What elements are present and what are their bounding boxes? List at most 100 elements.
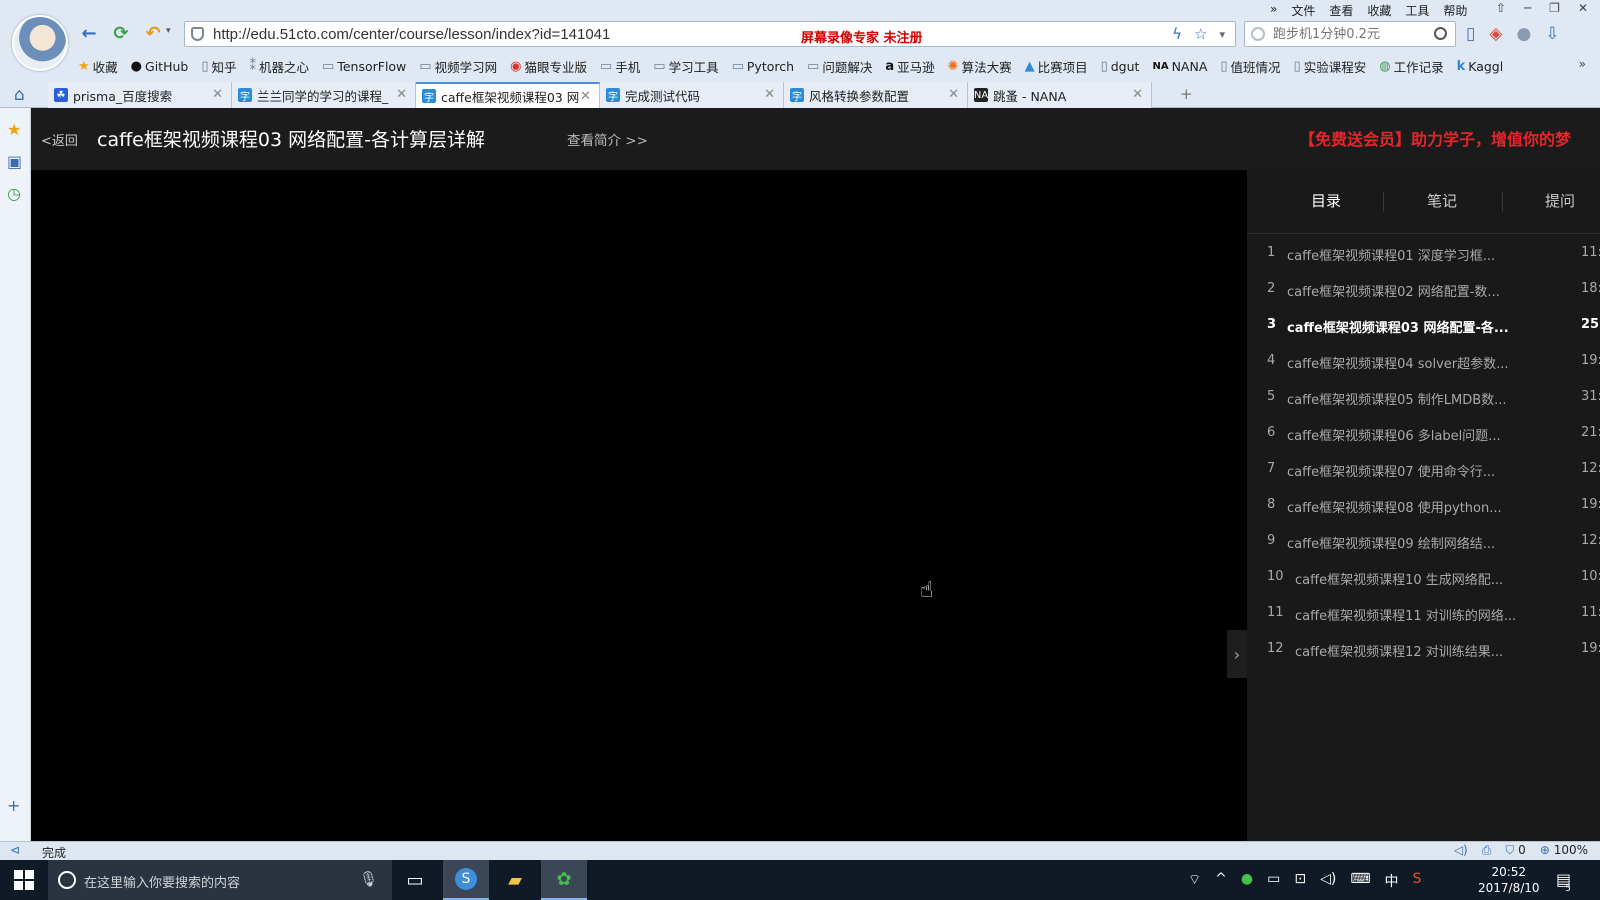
wifi-icon[interactable]: ⌔ bbox=[1188, 871, 1201, 891]
taskbar-search[interactable]: 在这里输入你要搜索的内容 🎙︎ bbox=[48, 860, 392, 900]
lesson-item-current[interactable]: 3caffe框架视频课程03 网络配置-各...25: bbox=[1247, 306, 1600, 342]
extension-icon[interactable]: ▯ bbox=[1466, 24, 1475, 44]
lesson-item[interactable]: 9 caffe框架视频课程09 绘制网络结... 12: bbox=[1247, 522, 1600, 558]
bookmark-pytorch[interactable]: ▭ Pytorch bbox=[732, 56, 794, 76]
mute-icon[interactable]: ◁) bbox=[1454, 843, 1468, 858]
search-engine-icon[interactable] bbox=[1251, 27, 1265, 41]
close-window-icon[interactable]: ✕ bbox=[1578, 1, 1588, 15]
tab-nana[interactable]: NA 跳蚤 - NANA ✕ bbox=[968, 82, 1152, 108]
address-dropdown-icon[interactable]: ▾ bbox=[1219, 25, 1225, 43]
close-tab-icon[interactable]: ✕ bbox=[764, 87, 775, 102]
refresh-icon[interactable]: ⟳ bbox=[110, 22, 132, 44]
sogou-browser-icon[interactable]: S bbox=[443, 860, 489, 900]
back-link[interactable]: <返回 bbox=[41, 130, 78, 149]
bookmark-algorithm-contest[interactable]: ✺ 算法大赛 bbox=[948, 56, 1012, 76]
search-input[interactable] bbox=[1273, 25, 1433, 43]
tab-catalog[interactable]: 目录 bbox=[1311, 190, 1341, 211]
lesson-item[interactable]: 5 caffe框架视频课程05 制作LMDB数... 31: bbox=[1247, 378, 1600, 414]
favorites-star-icon[interactable]: ★ bbox=[7, 120, 21, 139]
favorite-star-icon[interactable]: ☆ bbox=[1194, 25, 1207, 43]
bookmark-study-tools[interactable]: ▭ 学习工具 bbox=[653, 56, 718, 76]
close-tab-icon[interactable]: ✕ bbox=[212, 87, 223, 102]
close-tab-icon[interactable]: ✕ bbox=[580, 89, 591, 104]
bookmark-duty[interactable]: ▯ 值班情况 bbox=[1220, 56, 1280, 76]
bookmark-work-record[interactable]: ◍ 工作记录 bbox=[1379, 56, 1443, 76]
lesson-item[interactable]: 7 caffe框架视频课程07 使用命令行... 12: bbox=[1247, 450, 1600, 486]
lesson-item[interactable]: 11 caffe框架视频课程11 对训练的网络... 11: bbox=[1247, 594, 1600, 630]
search-box[interactable] bbox=[1244, 21, 1456, 47]
bookmark-zhihu[interactable]: ▯ 知乎 bbox=[201, 56, 236, 76]
tab-test-code[interactable]: 字 完成测试代码 ✕ bbox=[600, 82, 784, 108]
show-hidden-icon[interactable]: ^ bbox=[1215, 871, 1227, 891]
bookmark-github[interactable]: ● GitHub bbox=[131, 56, 189, 76]
home-icon[interactable]: ⌂ bbox=[14, 85, 25, 105]
tab-questions[interactable]: 提问 bbox=[1545, 190, 1575, 211]
blocker-icon[interactable]: ⛉ 0 bbox=[1505, 843, 1525, 858]
sidebar-toggle-icon[interactable]: ⊲ bbox=[10, 843, 20, 857]
close-tab-icon[interactable]: ✕ bbox=[1132, 87, 1143, 102]
skin-icon[interactable]: ⇧ bbox=[1496, 1, 1506, 15]
back-arrow-icon[interactable]: ← bbox=[78, 22, 100, 44]
tab-caffe-course[interactable]: 字 caffe框架视频课程03 网 ✕ bbox=[416, 82, 600, 108]
windows-start-icon[interactable] bbox=[14, 870, 34, 890]
close-tab-icon[interactable]: ✕ bbox=[396, 87, 407, 102]
tab-prisma[interactable]: ☘ prisma_百度搜索 ✕ bbox=[48, 82, 232, 108]
gift-icon[interactable]: ◈ bbox=[1489, 24, 1502, 44]
zoom-icon[interactable]: ⊕ 100% bbox=[1540, 843, 1588, 858]
bookmark-dgut[interactable]: ▯ dgut bbox=[1101, 56, 1140, 76]
bookmark-lab-course[interactable]: ▯ 实验课程安 bbox=[1294, 56, 1367, 76]
lesson-item[interactable]: 12 caffe框架视频课程12 对训练结果... 19: bbox=[1247, 630, 1600, 666]
tab-lanlan-courses[interactable]: 字 兰兰同学的学习的课程_ ✕ bbox=[232, 82, 416, 108]
search-icon[interactable] bbox=[1434, 27, 1447, 40]
url-text[interactable]: http://edu.51cto.com/center/course/lesso… bbox=[213, 26, 610, 43]
menu-help[interactable]: 帮助 bbox=[1443, 2, 1467, 19]
network-icon[interactable]: ⊡ bbox=[1294, 871, 1306, 891]
user-avatar[interactable] bbox=[12, 15, 68, 71]
undo-dropdown-icon[interactable]: ▾ bbox=[166, 26, 171, 36]
wechat-icon[interactable]: ✿ bbox=[541, 860, 587, 900]
more-icon[interactable]: ● bbox=[1516, 24, 1531, 44]
bookmarks-more-icon[interactable]: » bbox=[1579, 57, 1586, 71]
task-view-icon[interactable]: ▭ bbox=[392, 860, 438, 900]
bookmark-nana[interactable]: NA NANA bbox=[1152, 56, 1207, 76]
bookmark-phone[interactable]: ▭ 手机 bbox=[600, 56, 640, 76]
bookmark-competition[interactable]: ▲ 比赛项目 bbox=[1025, 56, 1088, 76]
promo-banner[interactable]: 【免费送会员】助力学子，增值你的梦 bbox=[1299, 126, 1571, 150]
bookmark-favorites[interactable]: ★ 收藏 bbox=[78, 56, 118, 76]
lesson-item[interactable]: 8 caffe框架视频课程08 使用python... 19: bbox=[1247, 486, 1600, 522]
restore-icon[interactable]: ❐ bbox=[1549, 1, 1560, 15]
download-icon[interactable]: ⇩ bbox=[1545, 24, 1559, 44]
lesson-item[interactable]: 10 caffe框架视频课程10 生成网络配... 10: bbox=[1247, 558, 1600, 594]
reading-list-icon[interactable]: ▣ bbox=[7, 152, 22, 171]
close-tab-icon[interactable]: ✕ bbox=[948, 87, 959, 102]
menu-view[interactable]: 查看 bbox=[1329, 2, 1353, 19]
wechat-tray-icon[interactable]: ● bbox=[1241, 871, 1253, 891]
tab-notes[interactable]: 笔记 bbox=[1427, 190, 1457, 211]
bookmark-kaggle[interactable]: k Kaggl bbox=[1457, 56, 1504, 76]
video-player[interactable]: ☝ › bbox=[31, 170, 1247, 841]
menu-favorites[interactable]: 收藏 bbox=[1367, 2, 1391, 19]
file-explorer-icon[interactable]: ▰ bbox=[492, 860, 538, 900]
bookmark-video-study[interactable]: ▭ 视频学习网 bbox=[419, 56, 497, 76]
cortana-icon[interactable] bbox=[58, 871, 76, 889]
sogou-ime-icon[interactable]: S bbox=[1413, 871, 1422, 891]
undo-icon[interactable]: ↶ bbox=[142, 22, 164, 44]
history-clock-icon[interactable]: ◷ bbox=[7, 184, 21, 203]
menu-tools[interactable]: 工具 bbox=[1405, 2, 1429, 19]
bookmark-amazon[interactable]: a 亚马逊 bbox=[885, 56, 934, 76]
bookmark-jiqizhixin[interactable]: ⁑ 机器之心 bbox=[250, 56, 310, 76]
battery-icon[interactable]: ▭ bbox=[1267, 871, 1280, 891]
bookmark-tensorflow[interactable]: ▭ TensorFlow bbox=[322, 56, 406, 76]
lesson-item[interactable]: 2 caffe框架视频课程02 网络配置-数... 18: bbox=[1247, 270, 1600, 306]
print-icon[interactable]: ⎙ bbox=[1482, 843, 1492, 858]
ime-indicator[interactable]: 中 bbox=[1385, 871, 1399, 891]
lesson-item[interactable]: 1 caffe框架视频课程01 深度学习框... 11: bbox=[1247, 234, 1600, 270]
notification-center-icon[interactable]: ▤5 bbox=[1556, 870, 1577, 894]
collapse-panel-icon[interactable]: › bbox=[1227, 630, 1247, 678]
minimize-icon[interactable]: ─ bbox=[1524, 1, 1531, 15]
new-tab-icon[interactable]: + bbox=[1180, 85, 1193, 103]
lesson-item[interactable]: 4 caffe框架视频课程04 solver超参数... 19: bbox=[1247, 342, 1600, 378]
bookmark-maoyan[interactable]: ◉ 猫眼专业版 bbox=[510, 56, 587, 76]
menu-file[interactable]: 文件 bbox=[1291, 2, 1315, 19]
tab-style-transfer[interactable]: 字 风格转换参数配置 ✕ bbox=[784, 82, 968, 108]
